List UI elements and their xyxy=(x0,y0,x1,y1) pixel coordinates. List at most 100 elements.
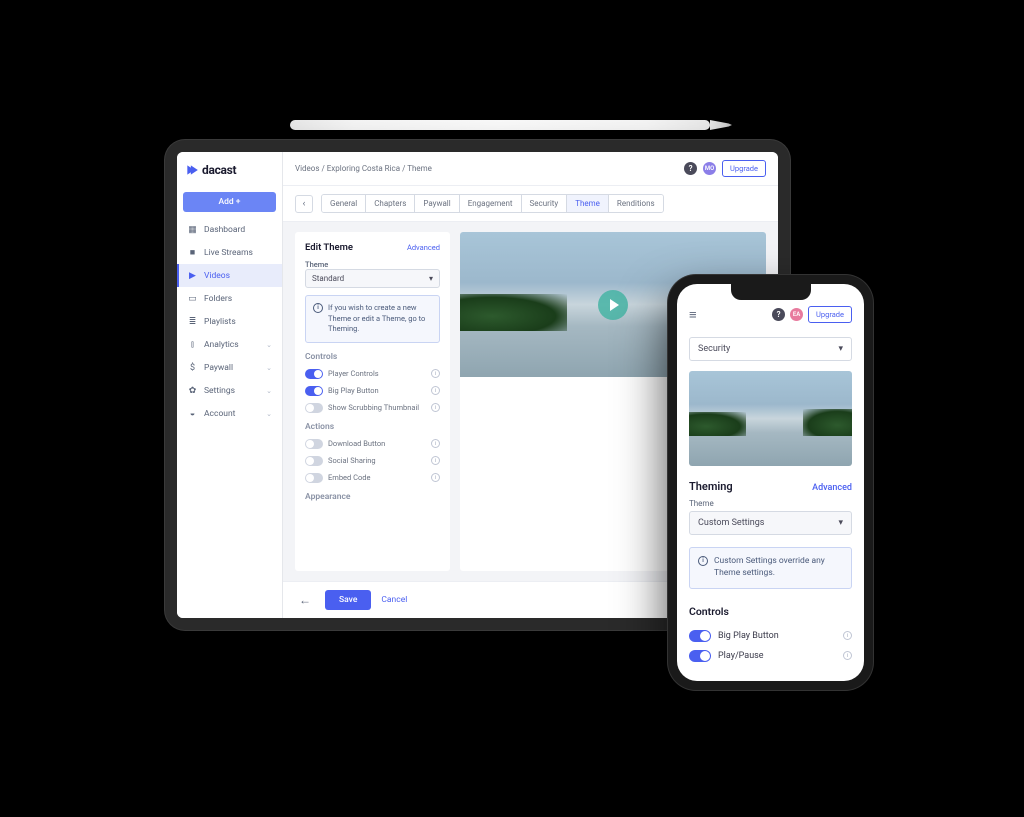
chevron-down-icon: ⌄ xyxy=(266,387,272,395)
toggle-embed-code: Embed Code i xyxy=(305,473,440,483)
upgrade-button[interactable]: Upgrade xyxy=(808,306,852,323)
back-arrow-icon[interactable]: ← xyxy=(295,593,315,607)
tab-general[interactable]: General xyxy=(322,195,366,212)
sidebar-item-dashboard[interactable]: ▦Dashboard xyxy=(177,218,282,241)
tab-bar: ‹ General Chapters Paywall Engagement Se… xyxy=(283,186,778,222)
tab-engagement[interactable]: Engagement xyxy=(460,195,522,212)
chart-icon: ⫾ xyxy=(187,339,198,350)
help-icon[interactable]: ? xyxy=(772,308,785,321)
toggle-switch[interactable] xyxy=(305,386,323,396)
folder-icon: ▭ xyxy=(187,293,198,304)
info-icon[interactable]: i xyxy=(431,456,440,465)
dashboard-icon: ▦ xyxy=(187,224,198,235)
upgrade-button[interactable]: Upgrade xyxy=(722,160,766,177)
info-icon[interactable]: i xyxy=(431,473,440,482)
brand-name: dacast xyxy=(202,163,236,177)
toggle-download-button: Download Button i xyxy=(305,439,440,449)
controls-heading: Controls xyxy=(689,605,852,618)
video-thumbnail xyxy=(689,371,852,466)
info-icon: i xyxy=(313,303,323,313)
list-icon: ≣ xyxy=(187,316,198,327)
chevron-down-icon: ⌄ xyxy=(266,410,272,418)
help-icon[interactable]: ? xyxy=(684,162,697,175)
toggle-big-play-button: Big Play Button i xyxy=(689,626,852,646)
theme-label: Theme xyxy=(305,260,440,269)
gear-icon: ✿ xyxy=(187,385,198,396)
sidebar-item-folders[interactable]: ▭Folders xyxy=(177,287,282,310)
info-icon[interactable]: i xyxy=(843,651,852,660)
controls-heading: Controls xyxy=(305,352,440,362)
appearance-heading: Appearance xyxy=(305,492,440,502)
tab-theme[interactable]: Theme xyxy=(567,195,609,212)
save-button[interactable]: Save xyxy=(325,590,371,610)
chevron-down-icon: ▾ xyxy=(838,518,843,528)
edit-theme-panel: Edit Theme Advanced Theme Standard ▾ i xyxy=(295,232,450,571)
theming-title: Theming xyxy=(689,480,733,493)
avatar[interactable]: MO xyxy=(703,162,716,175)
actions-heading: Actions xyxy=(305,422,440,432)
toggle-switch[interactable] xyxy=(305,403,323,413)
info-callout: i If you wish to create a new Theme or e… xyxy=(305,295,440,343)
camera-icon: ■ xyxy=(187,247,198,258)
breadcrumb[interactable]: Videos / Exploring Costa Rica / Theme xyxy=(295,164,432,173)
toggle-scrubbing-thumbnail: Show Scrubbing Thumbnail i xyxy=(305,403,440,413)
info-icon[interactable]: i xyxy=(843,631,852,640)
toggle-play-pause: Play/Pause i xyxy=(689,646,852,666)
topbar: Videos / Exploring Costa Rica / Theme ? … xyxy=(283,152,778,186)
back-button[interactable]: ‹ xyxy=(295,195,313,213)
sidebar-item-account[interactable]: ◒Account⌄ xyxy=(177,402,282,425)
advanced-link[interactable]: Advanced xyxy=(812,483,852,493)
dollar-icon: $ xyxy=(187,362,198,373)
info-icon[interactable]: i xyxy=(431,439,440,448)
info-icon[interactable]: i xyxy=(431,386,440,395)
toggle-player-controls: Player Controls i xyxy=(305,369,440,379)
info-icon[interactable]: i xyxy=(431,369,440,378)
toggle-switch[interactable] xyxy=(305,473,323,483)
phone-device-frame: ≡ ? EA Upgrade Security ▾ Theming Advanc… xyxy=(668,275,873,690)
chevron-down-icon: ▾ xyxy=(838,344,843,354)
chevron-down-icon: ⌄ xyxy=(266,364,272,372)
theme-select[interactable]: Standard ▾ xyxy=(305,269,440,288)
toggle-switch[interactable] xyxy=(689,650,711,662)
tab-chapters[interactable]: Chapters xyxy=(366,195,415,212)
cancel-button[interactable]: Cancel xyxy=(381,595,407,605)
brand-logo: dacast xyxy=(177,152,282,188)
tab-renditions[interactable]: Renditions xyxy=(609,195,663,212)
toggle-switch[interactable] xyxy=(689,630,711,642)
toggle-big-play-button: Big Play Button i xyxy=(305,386,440,396)
sidebar-item-playlists[interactable]: ≣Playlists xyxy=(177,310,282,333)
add-button[interactable]: Add + xyxy=(183,192,276,212)
menu-icon[interactable]: ≡ xyxy=(689,307,697,323)
tab-security[interactable]: Security xyxy=(522,195,568,212)
info-icon[interactable]: i xyxy=(431,403,440,412)
theming-section: Theming Advanced Theme Custom Settings ▾ xyxy=(677,470,864,539)
toggle-switch[interactable] xyxy=(305,439,323,449)
section-select[interactable]: Security ▾ xyxy=(689,337,852,361)
sidebar: dacast Add + ▦Dashboard ■Live Streams ▶V… xyxy=(177,152,283,618)
sidebar-item-analytics[interactable]: ⫾Analytics⌄ xyxy=(177,333,282,356)
info-callout: i Custom Settings override any Theme set… xyxy=(689,547,852,589)
avatar[interactable]: EA xyxy=(790,308,803,321)
sidebar-item-settings[interactable]: ✿Settings⌄ xyxy=(177,379,282,402)
advanced-link[interactable]: Advanced xyxy=(407,243,440,252)
chevron-down-icon: ▾ xyxy=(429,274,433,283)
sidebar-item-videos[interactable]: ▶Videos xyxy=(177,264,282,287)
stylus xyxy=(290,120,710,130)
toggle-social-sharing: Social Sharing i xyxy=(305,456,440,466)
theme-label: Theme xyxy=(689,499,852,508)
dacast-logo-icon xyxy=(185,163,199,177)
theme-select[interactable]: Custom Settings ▾ xyxy=(689,511,852,535)
sidebar-item-livestreams[interactable]: ■Live Streams xyxy=(177,241,282,264)
play-icon: ▶ xyxy=(187,270,198,281)
tabs: General Chapters Paywall Engagement Secu… xyxy=(321,194,664,213)
controls-section: Controls Big Play Button i Play/Pause i xyxy=(677,597,864,674)
panel-title: Edit Theme xyxy=(305,242,353,253)
toggle-switch[interactable] xyxy=(305,456,323,466)
info-icon: i xyxy=(698,556,708,566)
toggle-switch[interactable] xyxy=(305,369,323,379)
tab-paywall[interactable]: Paywall xyxy=(415,195,459,212)
phone-screen: ≡ ? EA Upgrade Security ▾ Theming Advanc… xyxy=(677,284,864,681)
big-play-button[interactable] xyxy=(598,290,628,320)
sidebar-item-paywall[interactable]: $Paywall⌄ xyxy=(177,356,282,379)
user-icon: ◒ xyxy=(187,408,198,419)
